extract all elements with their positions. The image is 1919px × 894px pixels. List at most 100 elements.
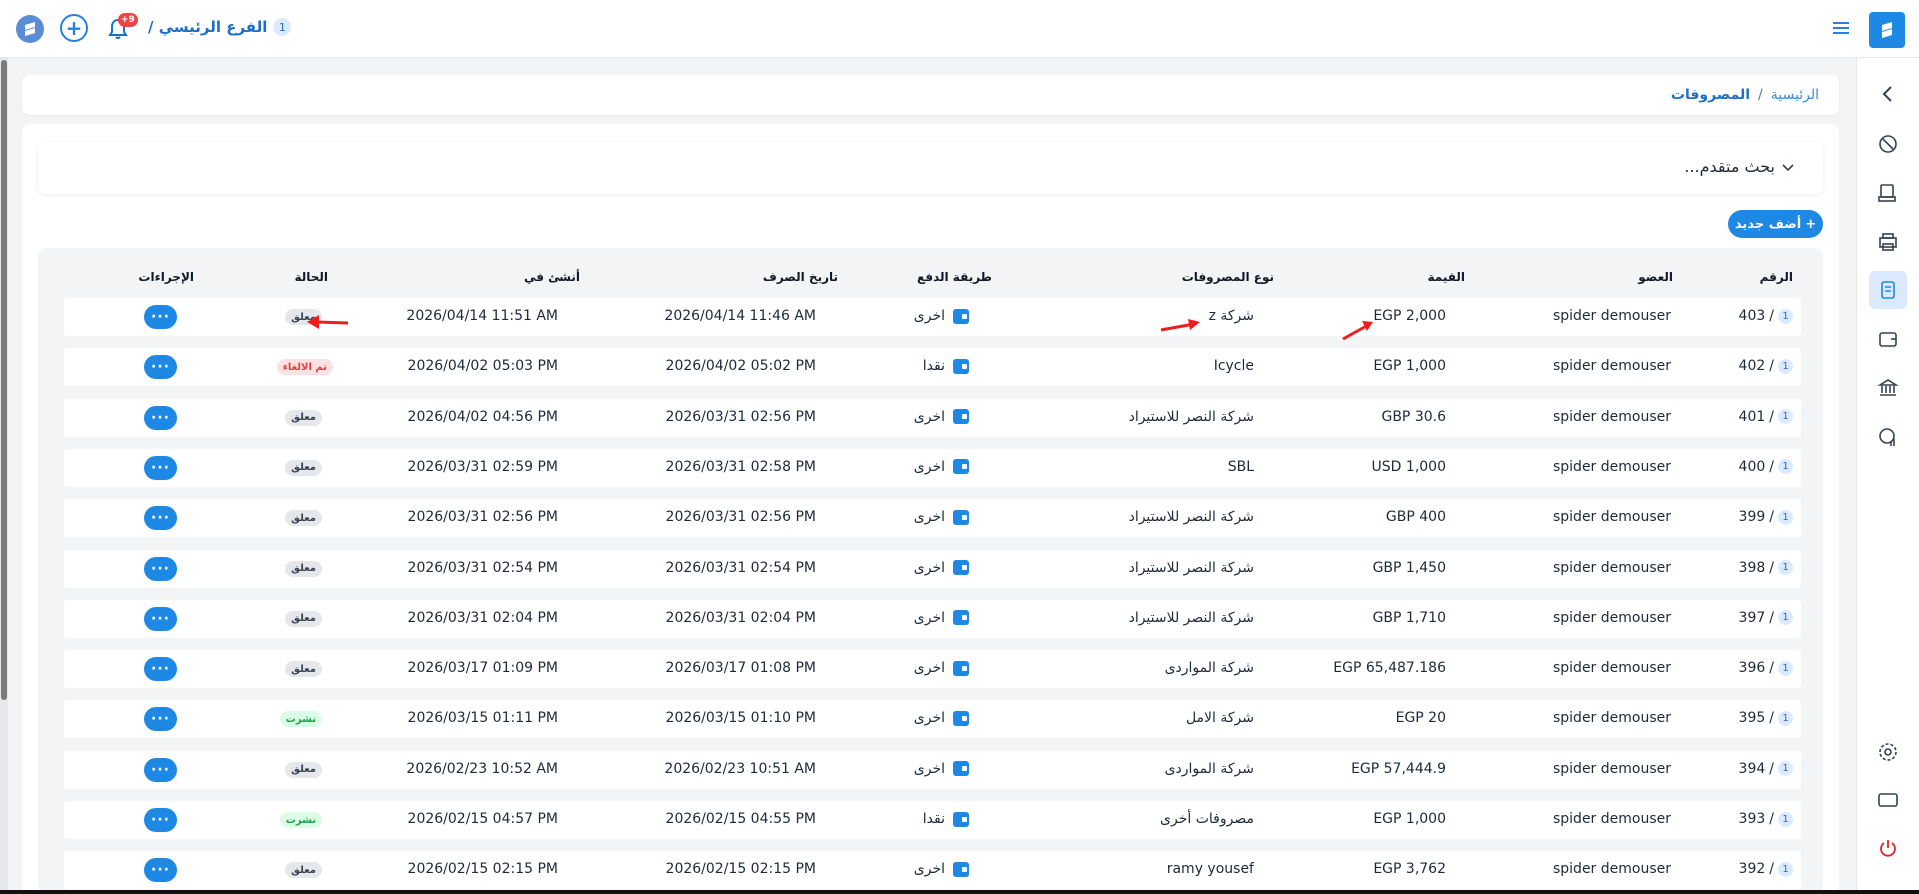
status-badge: معلق [285, 761, 322, 778]
add-new-button[interactable]: + أضف جديد [1728, 210, 1823, 238]
row-actions-button[interactable]: ··· [144, 405, 177, 430]
row-number[interactable]: 399/1 [1739, 509, 1793, 525]
settings-icon[interactable] [1869, 733, 1907, 771]
row-number[interactable]: 394/1 [1739, 761, 1793, 777]
row-created-at: 2026/03/31 02:54 PM [407, 559, 558, 576]
scrollbar-thumb[interactable] [1, 60, 7, 700]
table-row[interactable]: 396/1 spider demouser EGP 65,487.186 شركة ا… [64, 650, 1801, 689]
advanced-search-panel[interactable]: بحث متقدم... [38, 142, 1823, 194]
row-number[interactable]: 393/1 [1739, 811, 1793, 827]
row-payment-method-label: نقدا [922, 811, 945, 827]
table-row[interactable]: 394/1 spider demouser EGP 57,444.9 شركة الم… [64, 750, 1801, 789]
brand-logo-icon[interactable] [1869, 12, 1905, 48]
row-amount: EGP 3,762 [1373, 861, 1446, 878]
table-row[interactable]: 397/1 spider demouser GBP 1,710 شركة النصر … [64, 599, 1801, 638]
power-icon[interactable] [1869, 829, 1907, 867]
expenses-icon[interactable] [1869, 271, 1907, 309]
row-payment-method: اخرى [914, 861, 969, 877]
row-number[interactable]: 397/1 [1739, 610, 1793, 626]
row-branch-badge: 1 [1778, 308, 1793, 324]
table-row[interactable]: 398/ 1 spider demouser GBP 1,450 شركة النصر … [64, 549, 1801, 588]
row-branch-badge: 1 [1778, 409, 1793, 425]
page-scrollbar[interactable] [0, 58, 8, 894]
row-actions-button[interactable]: ··· [144, 808, 177, 832]
row-actions-button[interactable]: ··· [144, 757, 177, 782]
row-number-separator: / [1769, 710, 1774, 727]
row-number-value: 395 [1738, 710, 1766, 727]
row-actions-button[interactable]: ··· [144, 657, 177, 682]
row-expense-type: شركة النصر للاستيراد [1128, 609, 1254, 626]
row-number[interactable]: 395/1 [1739, 710, 1793, 726]
wallet-icon[interactable] [1869, 320, 1907, 358]
row-actions-button[interactable]: ··· [144, 355, 177, 380]
printer-icon[interactable] [1869, 223, 1907, 261]
pos-icon[interactable] [1869, 174, 1907, 212]
row-number[interactable]: 400/1 [1739, 459, 1793, 475]
header-number: الرقم [1759, 270, 1793, 284]
status-badge: تم الالغاء [276, 359, 333, 376]
table-row[interactable]: 400/1 spider demouser USD 1,000 SBL اخرى 2026… [64, 448, 1801, 487]
row-actions-button[interactable]: ··· [144, 506, 177, 531]
row-actions-button[interactable]: ··· [144, 858, 177, 883]
chevron-down-icon [1782, 163, 1794, 171]
table-row[interactable]: 393/1 spider demouser EGP 1,000 مصروفات أخر… [64, 801, 1801, 839]
row-amount: EGP 57,444.9 [1351, 760, 1446, 777]
breadcrumb-home[interactable]: الرئيسية [1771, 87, 1819, 103]
row-actions-button[interactable]: ··· [144, 455, 177, 480]
table-row[interactable]: 392/1 spider demouser EGP 3,762 ramy yousef… [64, 851, 1801, 890]
advanced-search-toggle[interactable]: بحث متقدم... [1684, 157, 1795, 176]
row-number-value: 400 [1738, 458, 1766, 475]
row-number-separator: / [1769, 660, 1774, 677]
row-spent-date: 2026/03/31 02:54 PM [665, 559, 816, 576]
row-branch-badge: 1 [1778, 761, 1793, 777]
wallet-icon [953, 610, 969, 626]
row-number[interactable]: 401/1 [1739, 409, 1793, 425]
row-number[interactable]: 403/1 [1739, 308, 1793, 324]
dashboard-icon[interactable] [1869, 125, 1907, 163]
row-expense-type: شركة الموارد‏ى [1164, 760, 1254, 777]
table-row[interactable]: 402/1 spider demouser EGP 1,000 Icycle نقدا 2… [64, 348, 1801, 387]
row-number-separator: / [1769, 458, 1774, 475]
row-payment-method-label: اخرى [913, 509, 945, 526]
header-type: نوع المصروفات [1181, 270, 1274, 284]
row-amount: EGP 1,000 [1373, 811, 1446, 827]
expenses-table: الرقم العضو القيمة نوع المصروفات طريقة ا… [38, 248, 1823, 894]
table-row[interactable]: 399/1 spider demouser GBP 400 شركة النصر لل… [64, 499, 1801, 538]
row-number[interactable]: 402/1 [1739, 358, 1793, 374]
hamburger-menu-icon[interactable] [1832, 20, 1850, 36]
row-number[interactable]: 398/ 1 [1739, 560, 1793, 576]
row-number[interactable]: 396/1 [1739, 660, 1793, 676]
row-number-separator: / [1769, 861, 1774, 878]
row-number-separator: / [1769, 559, 1774, 576]
wallet-icon [953, 560, 969, 575]
row-payment-method-label: نقدا [922, 358, 945, 375]
reports-icon[interactable] [1869, 418, 1907, 456]
branch-selector[interactable]: 1 الفرع الرئيسي / [148, 18, 292, 36]
app-logo-icon[interactable] [16, 15, 44, 43]
row-actions-button[interactable]: ··· [144, 606, 177, 631]
add-new-label: أضف جديد [1734, 216, 1802, 232]
table-row[interactable]: 395/1 spider demouser EGP 20 شركة الامل اخرى… [64, 700, 1801, 739]
wallet-icon [953, 509, 969, 525]
row-spent-date: 2026/04/02 05:02 PM [665, 358, 816, 375]
add-icon[interactable]: + [60, 14, 88, 42]
breadcrumb: الرئيسية / المصروفات [1671, 87, 1819, 103]
row-expense-type: شركة z [1208, 308, 1254, 324]
row-amount: GBP 30.6 [1381, 408, 1446, 425]
bank-icon[interactable] [1869, 369, 1907, 407]
row-member: spider demouser [1552, 408, 1671, 425]
row-number[interactable]: 392/1 [1739, 861, 1793, 877]
row-amount: EGP 2,000 [1373, 308, 1446, 324]
header-created-at: أنشئ في [523, 270, 580, 284]
row-spent-date: 2026/03/31 02:56 PM [665, 509, 816, 526]
top-bar: + +9 1 الفرع الرئيسي / [0, 0, 1919, 58]
annotation-arrow-status [307, 315, 349, 329]
row-actions-button[interactable]: ··· [144, 556, 177, 581]
chevron-left-icon[interactable] [1869, 75, 1907, 113]
table-row[interactable]: 401/1 spider demouser GBP 30.6 شركة النصر ل… [64, 398, 1801, 437]
row-actions-button[interactable]: ··· [144, 707, 177, 732]
status-badge: معلق [285, 409, 322, 426]
monitor-icon[interactable] [1869, 781, 1907, 819]
row-actions-button[interactable]: ··· [144, 305, 177, 329]
header-amount: القيمة [1427, 270, 1465, 284]
